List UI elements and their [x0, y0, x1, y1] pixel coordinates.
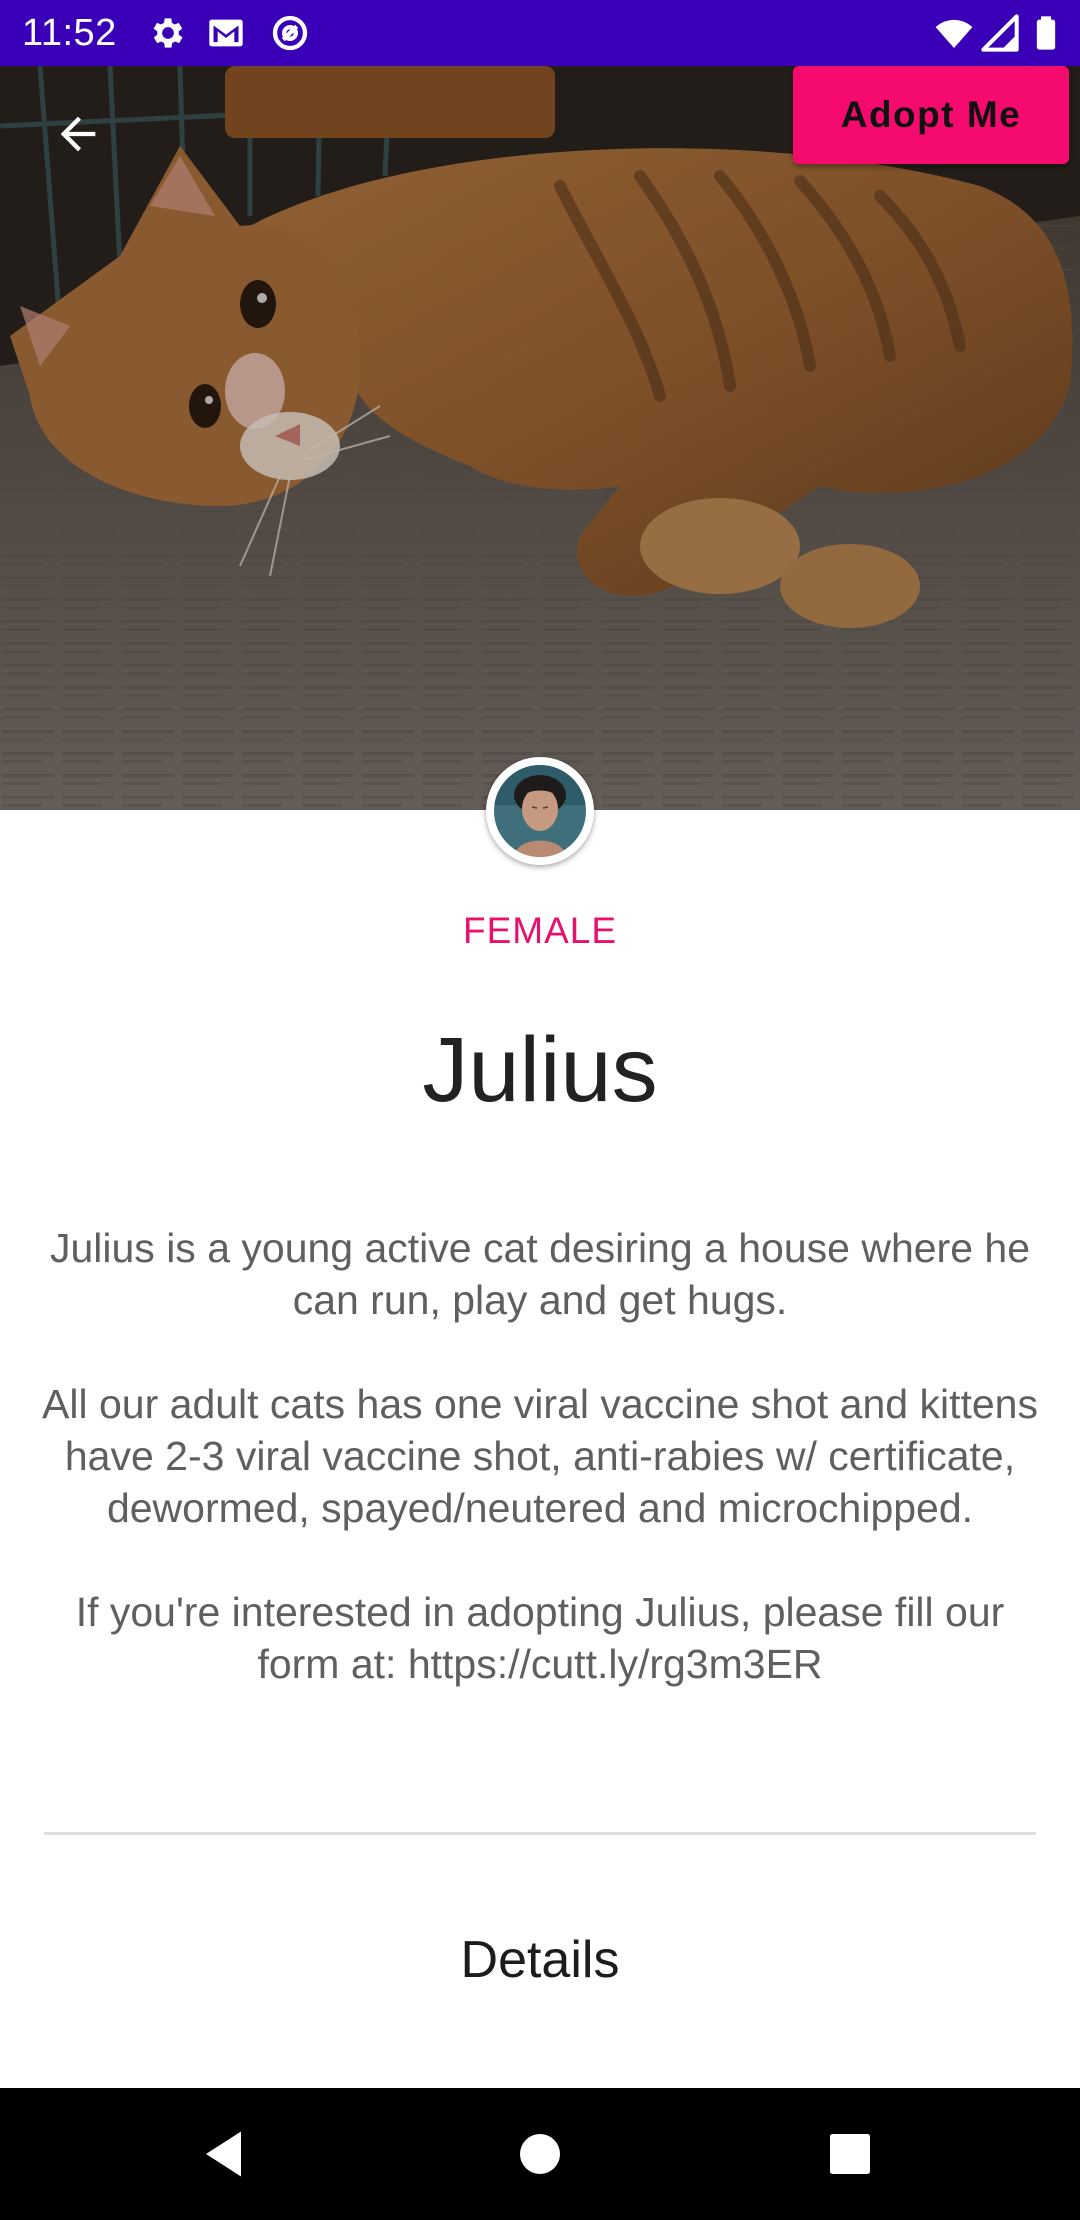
description-paragraph: Julius is a young active cat desiring a …	[49, 1225, 1031, 1323]
back-triangle-icon	[206, 2131, 241, 2177]
pet-name: Julius	[422, 1019, 658, 1121]
description-paragraph: All our adult cats has one viral vaccine…	[42, 1381, 1038, 1531]
recents-square-icon	[830, 2134, 870, 2174]
status-bar: 11:52	[0, 0, 1080, 66]
settings-icon	[148, 13, 188, 53]
pet-photo	[0, 66, 1080, 810]
home-circle-icon	[520, 2134, 560, 2174]
nav-home-button[interactable]	[510, 2124, 570, 2184]
pet-description: Julius is a young active cat desiring a …	[40, 1222, 1040, 1742]
battery-icon	[1026, 13, 1066, 53]
nav-recents-button[interactable]	[820, 2124, 880, 2184]
divider	[44, 1832, 1036, 1835]
gmail-icon	[206, 13, 246, 53]
details-heading: Details	[460, 1931, 620, 1989]
description-paragraph: If you're interested in adopting Julius,…	[75, 1589, 1005, 1687]
back-button[interactable]	[40, 96, 116, 172]
arrow-left-icon	[60, 116, 96, 152]
status-time: 11:52	[22, 12, 117, 54]
navigation-bar	[0, 2088, 1080, 2220]
nav-back-button[interactable]	[196, 2124, 256, 2184]
signal-icon	[980, 13, 1020, 53]
at-sign-icon	[270, 13, 310, 53]
adopt-me-button[interactable]: Adopt Me	[793, 66, 1069, 164]
avatar[interactable]	[486, 757, 594, 865]
pet-gender: FEMALE	[462, 910, 618, 951]
wifi-icon	[934, 13, 974, 53]
